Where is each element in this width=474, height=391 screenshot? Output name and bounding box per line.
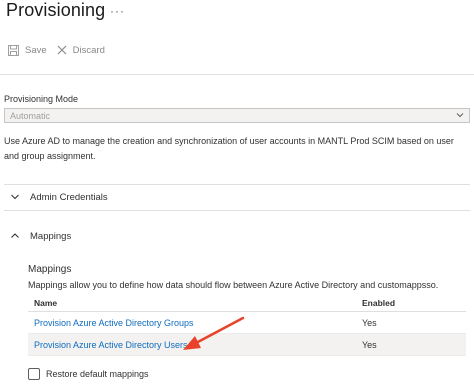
save-label: Save xyxy=(25,44,47,56)
mappings-title: Mappings xyxy=(28,264,72,275)
restore-default-mappings[interactable]: Restore default mappings xyxy=(28,368,149,380)
chevron-down-icon xyxy=(456,113,464,118)
mapping-enabled-value: Yes xyxy=(362,339,377,350)
provisioning-mode-select[interactable]: Automatic xyxy=(4,108,470,123)
discard-button[interactable]: Discard xyxy=(57,45,105,56)
provisioning-mode-label: Provisioning Mode xyxy=(4,94,79,104)
restore-label: Restore default mappings xyxy=(46,369,149,379)
close-icon xyxy=(57,45,67,55)
chevron-up-icon xyxy=(11,233,19,238)
column-header-name: Name xyxy=(34,297,58,308)
divider xyxy=(0,74,474,75)
mapping-link-groups[interactable]: Provision Azure Active Directory Groups xyxy=(34,318,194,328)
mappings-section-label: Mappings xyxy=(30,230,72,242)
column-header-enabled: Enabled xyxy=(362,297,396,308)
mapping-link-users[interactable]: Provision Azure Active Directory Users xyxy=(34,340,188,350)
command-bar: Save Discard xyxy=(8,42,115,58)
table-row[interactable]: Provision Azure Active Directory Users Y… xyxy=(28,334,466,356)
provisioning-mode-value: Automatic xyxy=(10,111,51,121)
more-options-button[interactable]: ··· xyxy=(110,4,125,18)
provisioning-description: Use Azure AD to manage the creation and … xyxy=(4,136,454,161)
save-button[interactable]: Save xyxy=(8,44,47,56)
divider xyxy=(4,210,470,211)
chevron-down-icon xyxy=(11,194,19,200)
mappings-section-header[interactable]: Mappings xyxy=(4,224,470,248)
save-icon xyxy=(8,44,19,56)
mappings-table: Name Enabled Provision Azure Active Dire… xyxy=(28,294,466,356)
admin-credentials-label: Admin Credentials xyxy=(30,191,108,203)
admin-credentials-section-header[interactable]: Admin Credentials xyxy=(4,185,470,209)
mapping-enabled-value: Yes xyxy=(362,317,377,328)
table-row[interactable]: Provision Azure Active Directory Groups … xyxy=(28,312,466,334)
mappings-description: Mappings allow you to define how data sh… xyxy=(28,280,439,290)
discard-label: Discard xyxy=(72,44,105,56)
restore-checkbox[interactable] xyxy=(28,368,40,380)
page-title: Provisioning xyxy=(6,0,106,20)
table-header: Name Enabled xyxy=(28,294,466,312)
